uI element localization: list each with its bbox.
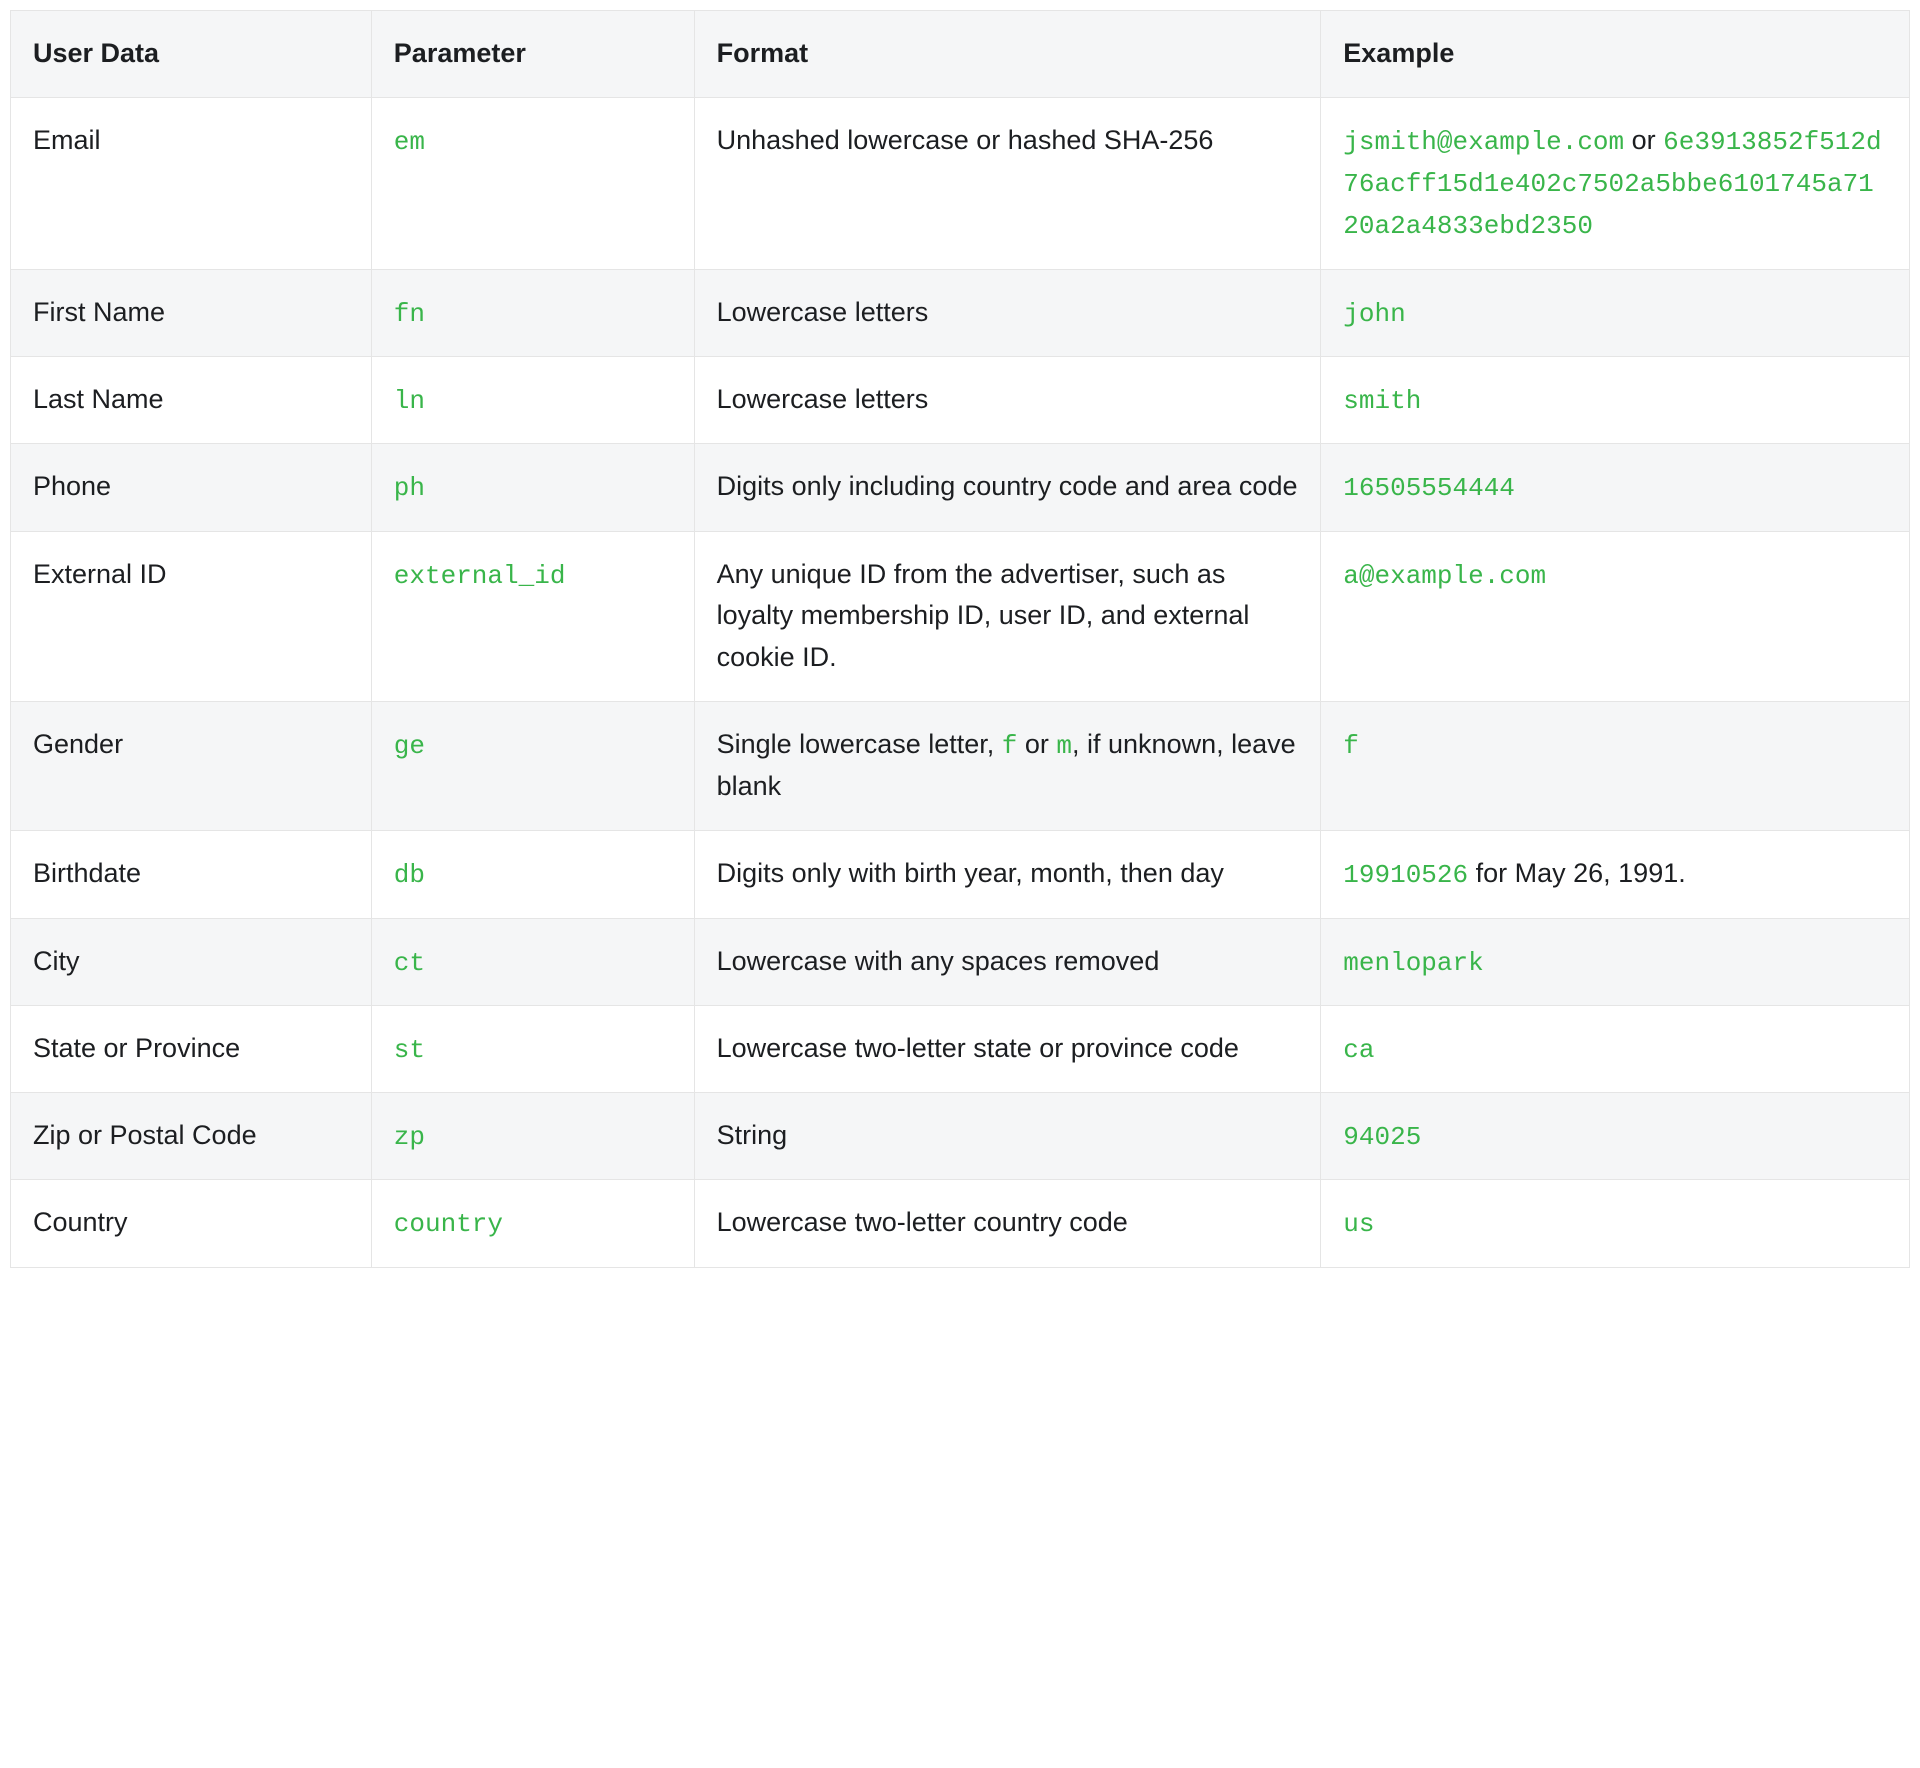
- cell-format: Unhashed lowercase or hashed SHA-256: [694, 97, 1321, 269]
- cell-format: Single lowercase letter, f or m, if unkn…: [694, 702, 1321, 831]
- cell-parameter: db: [371, 831, 694, 918]
- example-code: 19910526: [1343, 860, 1468, 890]
- col-header-parameter: Parameter: [371, 11, 694, 98]
- example-code: smith: [1343, 386, 1421, 416]
- table-row: City ct Lowercase with any spaces remove…: [11, 918, 1910, 1005]
- cell-example: f: [1321, 702, 1910, 831]
- cell-user-data: Email: [11, 97, 372, 269]
- table-row: Email em Unhashed lowercase or hashed SH…: [11, 97, 1910, 269]
- example-code: f: [1343, 731, 1359, 761]
- table-row: State or Province st Lowercase two-lette…: [11, 1005, 1910, 1092]
- format-code: f: [1002, 731, 1018, 761]
- cell-user-data: Zip or Postal Code: [11, 1093, 372, 1180]
- cell-user-data: City: [11, 918, 372, 1005]
- example-code: 94025: [1343, 1122, 1421, 1152]
- param-code: ct: [394, 948, 425, 978]
- table-row: Country country Lowercase two-letter cou…: [11, 1180, 1910, 1267]
- param-code: zp: [394, 1122, 425, 1152]
- cell-user-data: State or Province: [11, 1005, 372, 1092]
- cell-format: Lowercase letters: [694, 357, 1321, 444]
- cell-parameter: ct: [371, 918, 694, 1005]
- cell-example: jsmith@example.com or 6e3913852f512d76ac…: [1321, 97, 1910, 269]
- cell-user-data: Gender: [11, 702, 372, 831]
- cell-format: Digits only including country code and a…: [694, 444, 1321, 531]
- format-text: Unhashed lowercase or hashed SHA-256: [717, 125, 1214, 155]
- example-code: jsmith@example.com: [1343, 127, 1624, 157]
- format-text: String: [717, 1120, 788, 1150]
- cell-example: us: [1321, 1180, 1910, 1267]
- cell-format: Digits only with birth year, month, then…: [694, 831, 1321, 918]
- user-data-table: User Data Parameter Format Example Email…: [10, 10, 1910, 1268]
- cell-example: menlopark: [1321, 918, 1910, 1005]
- format-text: Lowercase letters: [717, 384, 929, 414]
- example-code: menlopark: [1343, 948, 1483, 978]
- cell-parameter: country: [371, 1180, 694, 1267]
- cell-format: Lowercase letters: [694, 269, 1321, 356]
- param-code: db: [394, 860, 425, 890]
- example-code: ca: [1343, 1035, 1374, 1065]
- cell-user-data: Last Name: [11, 357, 372, 444]
- table-row: Birthdate db Digits only with birth year…: [11, 831, 1910, 918]
- cell-user-data: Country: [11, 1180, 372, 1267]
- cell-user-data: Phone: [11, 444, 372, 531]
- cell-parameter: external_id: [371, 531, 694, 702]
- param-code: ge: [394, 731, 425, 761]
- example-code: john: [1343, 299, 1405, 329]
- cell-user-data: External ID: [11, 531, 372, 702]
- cell-parameter: fn: [371, 269, 694, 356]
- cell-parameter: ph: [371, 444, 694, 531]
- cell-example: ca: [1321, 1005, 1910, 1092]
- param-code: ph: [394, 473, 425, 503]
- col-header-user-data: User Data: [11, 11, 372, 98]
- param-code: external_id: [394, 561, 566, 591]
- param-code: ln: [394, 386, 425, 416]
- format-text: Lowercase with any spaces removed: [717, 946, 1160, 976]
- example-suffix: for May 26, 1991.: [1468, 858, 1686, 888]
- table-row: External ID external_id Any unique ID fr…: [11, 531, 1910, 702]
- example-code: us: [1343, 1209, 1374, 1239]
- cell-format: Lowercase with any spaces removed: [694, 918, 1321, 1005]
- cell-example: a@example.com: [1321, 531, 1910, 702]
- cell-format: Lowercase two-letter country code: [694, 1180, 1321, 1267]
- cell-example: 16505554444: [1321, 444, 1910, 531]
- col-header-format: Format: [694, 11, 1321, 98]
- col-header-example: Example: [1321, 11, 1910, 98]
- table-row: Gender ge Single lowercase letter, f or …: [11, 702, 1910, 831]
- cell-parameter: st: [371, 1005, 694, 1092]
- cell-example: 19910526 for May 26, 1991.: [1321, 831, 1910, 918]
- table-row: Phone ph Digits only including country c…: [11, 444, 1910, 531]
- example-sep: or: [1624, 125, 1663, 155]
- cell-parameter: em: [371, 97, 694, 269]
- cell-parameter: zp: [371, 1093, 694, 1180]
- cell-format: Any unique ID from the advertiser, such …: [694, 531, 1321, 702]
- format-text: Digits only with birth year, month, then…: [717, 858, 1224, 888]
- cell-example: john: [1321, 269, 1910, 356]
- format-text: Single lowercase letter,: [717, 729, 1002, 759]
- param-code: fn: [394, 299, 425, 329]
- format-code: m: [1056, 731, 1072, 761]
- table-row: Zip or Postal Code zp String 94025: [11, 1093, 1910, 1180]
- cell-user-data: First Name: [11, 269, 372, 356]
- example-code: 16505554444: [1343, 473, 1515, 503]
- cell-parameter: ln: [371, 357, 694, 444]
- cell-format: String: [694, 1093, 1321, 1180]
- cell-user-data: Birthdate: [11, 831, 372, 918]
- table-row: First Name fn Lowercase letters john: [11, 269, 1910, 356]
- format-text: Any unique ID from the advertiser, such …: [717, 559, 1250, 673]
- format-text: Digits only including country code and a…: [717, 471, 1298, 501]
- param-code: country: [394, 1209, 503, 1239]
- cell-example: 94025: [1321, 1093, 1910, 1180]
- format-text: Lowercase two-letter country code: [717, 1207, 1128, 1237]
- table-header-row: User Data Parameter Format Example: [11, 11, 1910, 98]
- param-code: em: [394, 127, 425, 157]
- cell-parameter: ge: [371, 702, 694, 831]
- param-code: st: [394, 1035, 425, 1065]
- table-row: Last Name ln Lowercase letters smith: [11, 357, 1910, 444]
- format-text: Lowercase letters: [717, 297, 929, 327]
- format-text: Lowercase two-letter state or province c…: [717, 1033, 1239, 1063]
- format-text: or: [1017, 729, 1056, 759]
- example-code: a@example.com: [1343, 561, 1546, 591]
- cell-example: smith: [1321, 357, 1910, 444]
- cell-format: Lowercase two-letter state or province c…: [694, 1005, 1321, 1092]
